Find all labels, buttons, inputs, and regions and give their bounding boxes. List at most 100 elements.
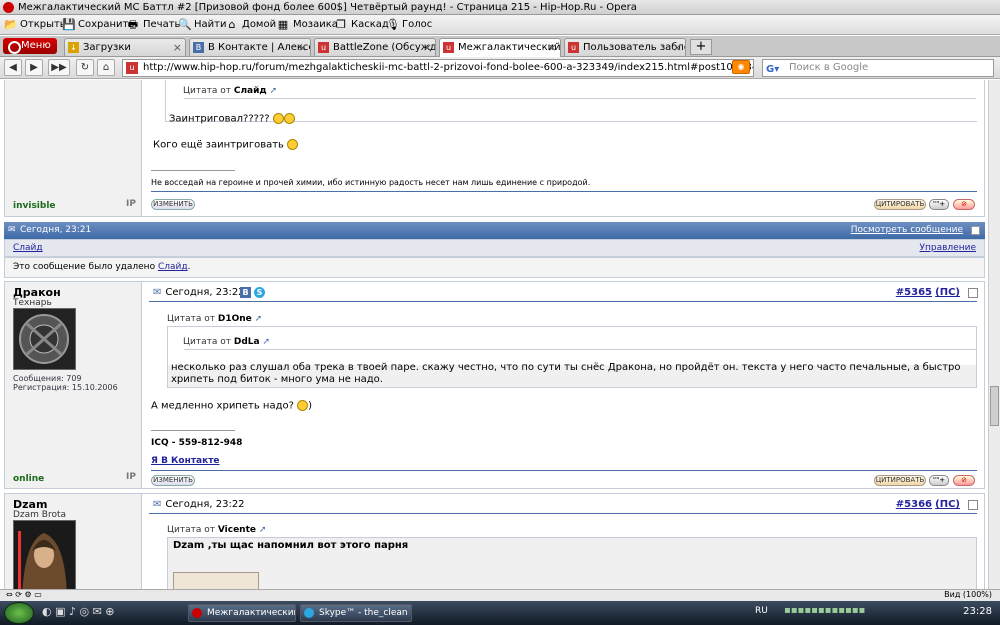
quote-author[interactable]: D1One xyxy=(218,314,252,324)
ip-icon[interactable]: IP xyxy=(126,199,136,209)
close-icon[interactable]: × xyxy=(173,39,182,56)
address-field[interactable]: u http://www.hip-hop.ru/forum/mezhgalakti… xyxy=(122,59,754,77)
skype-icon[interactable]: S xyxy=(254,287,265,298)
vk-icon: B xyxy=(193,42,204,53)
open-button[interactable]: 📂 Открыть xyxy=(4,17,66,33)
vk-icon[interactable]: В xyxy=(240,287,251,298)
scrollbar-thumb[interactable] xyxy=(990,386,999,426)
back-button[interactable]: ◀ xyxy=(4,59,22,76)
mosaic-button[interactable]: ▦ Мозаика xyxy=(277,17,338,33)
tab-downloads[interactable]: ↓ Загрузки × xyxy=(64,38,186,56)
quote-author[interactable]: Слайд xyxy=(234,86,267,96)
print-button[interactable]: 🖶 Печать xyxy=(127,17,181,33)
signature-vk-link[interactable]: Я В Контакте xyxy=(151,456,220,466)
voice-button[interactable]: 🎙 Голос xyxy=(386,17,432,33)
clock[interactable]: 23:28 xyxy=(963,606,992,617)
quote-text: Заинтриговал????? xyxy=(169,113,295,125)
quote-text-content: Dzam ,ты щас напомнил вот этого парня xyxy=(173,540,409,551)
reload-button[interactable]: ↻ xyxy=(76,59,94,76)
tab-vkontakte[interactable]: B В Контакте | Алексей "...× xyxy=(189,38,311,56)
window-titlebar: Межгалактический MC Баттл #2 [Призовой ф… xyxy=(0,0,1000,15)
home-nav-button[interactable]: ⌂ xyxy=(97,59,115,76)
close-icon[interactable]: × xyxy=(423,39,432,56)
view-post-icon[interactable]: ➚ xyxy=(262,337,270,347)
signature-icq: ICQ - 559-812-948 xyxy=(151,438,243,448)
ip-icon[interactable]: IP xyxy=(126,472,136,482)
ps-link[interactable]: (ПС) xyxy=(935,287,960,298)
post-text: А медленно хрипеть надо? ) xyxy=(151,400,312,412)
quote-divider xyxy=(184,98,976,99)
post-footer-line xyxy=(151,470,977,471)
vertical-scrollbar[interactable] xyxy=(988,80,1000,589)
ps-link[interactable]: (ПС) xyxy=(935,499,960,510)
select-checkbox[interactable] xyxy=(968,288,978,298)
signature-divider xyxy=(151,170,235,171)
deleted-notice-author[interactable]: Слайд xyxy=(158,262,188,272)
panel-toggle-icon[interactable]: ⇔ ⟳ ⚙ ▭ xyxy=(6,590,42,599)
select-checkbox[interactable] xyxy=(971,226,980,235)
save-button[interactable]: 💾 Сохранить xyxy=(62,17,134,33)
quote-header: Цитата от Vicente ➚ xyxy=(167,525,266,535)
tray-icons[interactable]: ▪▪▪▪▪▪▪▪▪▪▪▪ xyxy=(784,605,865,616)
manage-link[interactable]: Управление xyxy=(920,240,976,256)
deleted-notice: Это сообщение было удалено Слайд. xyxy=(4,257,985,278)
microphone-icon: 🎙 xyxy=(386,18,400,31)
taskbar-item-skype[interactable]: Skype™ - the_clean xyxy=(300,604,412,622)
view-post-link[interactable]: Посмотреть сообщение xyxy=(851,222,963,239)
post-body: ✉ Сегодня, 23:22 В S #5365 (ПС) Цитата от… xyxy=(143,282,984,488)
quote-author[interactable]: DdLa xyxy=(234,337,260,347)
close-icon[interactable]: × xyxy=(298,39,307,56)
language-indicator[interactable]: RU xyxy=(755,606,768,616)
view-post-icon[interactable]: ➚ xyxy=(255,314,263,324)
find-button[interactable]: 🔍 Найти xyxy=(178,17,226,33)
quote-button[interactable]: ЦИТИРОВАТЬ xyxy=(874,199,926,210)
view-post-icon[interactable]: ➚ xyxy=(270,86,278,96)
report-button[interactable]: ⊘ xyxy=(953,475,975,486)
rss-icon[interactable]: ◉ xyxy=(732,60,750,74)
message-count: Сообщения: 709 xyxy=(13,374,82,383)
close-icon[interactable]: × xyxy=(673,39,682,56)
post-number-link[interactable]: #5366 xyxy=(896,499,932,510)
edit-button[interactable]: ИЗМЕНИТЬ xyxy=(151,475,195,486)
tab-mc-battle[interactable]: u Межгалактический M...× xyxy=(439,38,561,57)
quote-header: Цитата от D1One ➚ xyxy=(167,314,262,324)
zoom-control[interactable]: Вид (100%) xyxy=(944,590,992,599)
report-button[interactable]: ⊘ xyxy=(953,199,975,210)
google-icon: G▾ xyxy=(766,64,780,75)
cascade-button[interactable]: ❐ Каскад xyxy=(335,17,389,33)
tab-user-blocked[interactable]: u Пользователь заблок...× xyxy=(564,38,686,56)
new-tab-button[interactable]: + xyxy=(690,39,712,55)
taskbar-item-opera[interactable]: Межгалактический... xyxy=(188,604,296,622)
main-toolbar: 📂 Открыть 💾 Сохранить 🖶 Печать 🔍 Найти ⌂ Домо… xyxy=(0,15,1000,35)
smile-icon xyxy=(272,113,284,124)
site-icon: u xyxy=(318,42,329,53)
post-icon: ✉ xyxy=(8,225,16,235)
quicklaunch-icons[interactable]: ◐ ▣ ♪ ◎ ✉ ⊕ xyxy=(42,605,115,618)
post-number-link[interactable]: #5365 xyxy=(896,287,932,298)
quote-author[interactable]: Vicente xyxy=(218,525,256,535)
close-icon[interactable]: × xyxy=(548,39,557,56)
select-checkbox[interactable] xyxy=(968,500,978,510)
quote-button[interactable]: ЦИТИРОВАТЬ xyxy=(874,475,926,486)
home-button[interactable]: ⌂ Домой xyxy=(226,17,277,33)
taskbar-label: Межгалактический... xyxy=(207,608,295,618)
smile-icon xyxy=(283,113,295,124)
deleted-date: Сегодня, 23:21 xyxy=(20,225,92,235)
nested-quote-text: несколько раз слушал оба трека в твоей п… xyxy=(171,362,961,385)
nested-quote-header: Цитата от DdLa ➚ xyxy=(183,337,270,347)
tile-icon: ▦ xyxy=(277,18,289,31)
tab-battlezone[interactable]: u BattleZone (Обсужден...× xyxy=(314,38,436,56)
deleted-post-header: ✉ Сегодня, 23:21 Посмотреть сообщение xyxy=(4,222,985,239)
deleted-author-link[interactable]: Слайд xyxy=(13,243,43,253)
view-post-icon[interactable]: ➚ xyxy=(259,525,267,535)
search-field[interactable]: G▾ Поиск в Google xyxy=(762,59,994,77)
opera-menu-button[interactable]: Меню xyxy=(3,38,57,54)
status-bar: ⇔ ⟳ ⚙ ▭ Вид (100%) xyxy=(0,589,1000,601)
forward-button[interactable]: ▶ xyxy=(25,59,43,76)
multiquote-button[interactable]: ""+ xyxy=(929,199,949,210)
fast-forward-button[interactable]: ▶▶ xyxy=(48,59,70,76)
multiquote-button[interactable]: ""+ xyxy=(929,475,949,486)
edit-button[interactable]: ИЗМЕНИТЬ xyxy=(151,199,195,210)
start-button[interactable] xyxy=(4,602,34,624)
post-header-line xyxy=(149,301,977,302)
